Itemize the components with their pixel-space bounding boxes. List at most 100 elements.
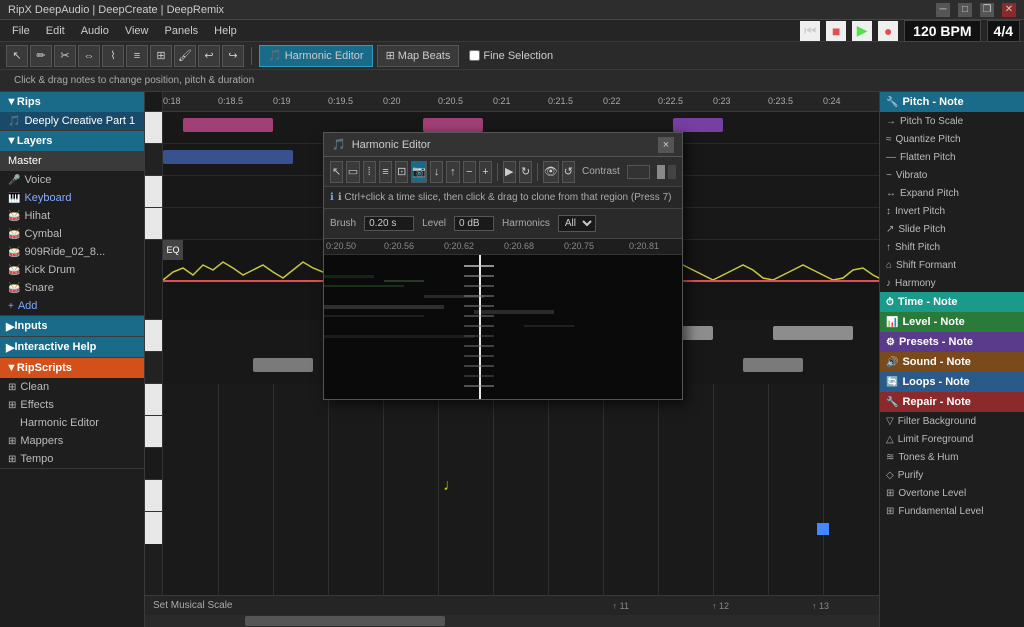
menu-panels[interactable]: Panels: [157, 23, 207, 39]
expand-pitch[interactable]: ↔ Expand Pitch: [880, 184, 1024, 202]
layer-kick[interactable]: 🥁 Kick Drum: [0, 261, 144, 279]
vibrato[interactable]: ~ Vibrato: [880, 166, 1024, 184]
minimize-button[interactable]: ─: [936, 3, 950, 17]
menu-file[interactable]: File: [4, 23, 38, 39]
fundamental-level[interactable]: ⊞ Fundamental Level: [880, 502, 1024, 520]
he-close-button[interactable]: ×: [658, 137, 674, 153]
layers-header[interactable]: ▼ Layers: [0, 131, 144, 151]
flatten-pitch[interactable]: — Flatten Pitch: [880, 148, 1024, 166]
clip-white-snare-3[interactable]: [743, 358, 803, 372]
clip-white-snare-1[interactable]: [253, 358, 313, 372]
he-tool-plus[interactable]: +: [479, 161, 492, 183]
he-content-area[interactable]: 0:20.50 0:20.56 0:20.62 0:20.68 0:20.75 …: [324, 239, 682, 399]
inputs-header[interactable]: ▶ Inputs: [0, 316, 144, 336]
he-tool-cursor[interactable]: ↖: [330, 161, 343, 183]
repair-note-header[interactable]: 🔧 Repair - Note: [880, 392, 1024, 412]
tool-cut[interactable]: ✂: [54, 45, 76, 67]
harmonic-editor-button[interactable]: 🎵 Harmonic Editor: [259, 45, 373, 67]
play-button[interactable]: ▶: [852, 21, 872, 41]
maximize-button[interactable]: □: [958, 3, 972, 17]
h-scroll-thumb[interactable]: [245, 616, 445, 626]
he-play-btn[interactable]: ▶: [503, 161, 516, 183]
menu-view[interactable]: View: [117, 23, 157, 39]
tones-and-hum[interactable]: ≋ Tones & Hum: [880, 448, 1024, 466]
menu-audio[interactable]: Audio: [73, 23, 117, 39]
presets-note-header[interactable]: ⚙ Presets - Note: [880, 332, 1024, 352]
pitch-to-scale[interactable]: → Pitch To Scale: [880, 112, 1024, 130]
h-scrollbar[interactable]: [145, 615, 879, 627]
close-button[interactable]: ✕: [1002, 3, 1016, 17]
tool-wave[interactable]: ⌇: [102, 45, 124, 67]
rip-item-1[interactable]: 🎵 Deeply Creative Part 1: [0, 112, 144, 130]
script-effects[interactable]: ⊞ Effects: [0, 396, 144, 414]
he-tool-columns[interactable]: ⁞: [363, 161, 376, 183]
he-tool-minus[interactable]: −: [463, 161, 476, 183]
script-harmonic-editor[interactable]: Harmonic Editor: [0, 414, 144, 432]
time-note-header[interactable]: ⏱ Time - Note: [880, 292, 1024, 312]
clip-white-3[interactable]: [773, 326, 853, 340]
ripscripts-header[interactable]: ▼ RipScripts: [0, 358, 144, 378]
invert-pitch[interactable]: ↕ Invert Pitch: [880, 202, 1024, 220]
layer-hihat[interactable]: 🥁 Hihat: [0, 207, 144, 225]
rips-header[interactable]: ▼ Rips: [0, 92, 144, 112]
he-refresh-btn[interactable]: ↺: [562, 161, 575, 183]
menu-edit[interactable]: Edit: [38, 23, 73, 39]
fine-selection-check[interactable]: Fine Selection: [463, 50, 559, 62]
he-tool-rows[interactable]: ≡: [379, 161, 392, 183]
he-tool-down[interactable]: ↓: [430, 161, 443, 183]
map-beats-button[interactable]: ⊞ Map Beats: [377, 45, 460, 67]
pitch-note-header[interactable]: 🔧 Pitch - Note: [880, 92, 1024, 112]
tool-cursor[interactable]: ↖: [6, 45, 28, 67]
record-button[interactable]: ●: [878, 21, 898, 41]
he-contrast-slider[interactable]: [627, 165, 650, 179]
he-view-btn[interactable]: 👁: [543, 161, 559, 183]
rewind-button[interactable]: ⏮: [800, 21, 820, 41]
level-note-header[interactable]: 📊 Level - Note: [880, 312, 1024, 332]
he-title-bar[interactable]: 🎵 Harmonic Editor ×: [324, 133, 682, 157]
script-tempo[interactable]: ⊞ Tempo: [0, 450, 144, 468]
clip-pink-1[interactable]: [183, 118, 273, 132]
add-layer-button[interactable]: + Add: [0, 297, 144, 315]
tool-eq[interactable]: ≡: [126, 45, 148, 67]
tool-undo[interactable]: ↩: [198, 45, 220, 67]
he-tool-select[interactable]: ▭: [346, 161, 359, 183]
layer-909ride[interactable]: 🥁 909Ride_02_8...: [0, 243, 144, 261]
script-clean[interactable]: ⊞ Clean: [0, 378, 144, 396]
layer-snare[interactable]: 🥁 Snare: [0, 279, 144, 297]
track-content[interactable]: EQ ♩: [163, 112, 879, 595]
shift-formant[interactable]: ⌂ Shift Formant: [880, 256, 1024, 274]
layer-voice[interactable]: 🎤 Voice: [0, 171, 144, 189]
clip-purple-1[interactable]: [673, 118, 723, 132]
limit-foreground[interactable]: △ Limit Foreground: [880, 430, 1024, 448]
he-tool-up[interactable]: ↑: [446, 161, 459, 183]
shift-pitch[interactable]: ↑ Shift Pitch: [880, 238, 1024, 256]
he-color-swatch-1[interactable]: [657, 165, 665, 179]
filter-background[interactable]: ▽ Filter Background: [880, 412, 1024, 430]
sound-note-header[interactable]: 🔊 Sound - Note: [880, 352, 1024, 372]
he-brush-input[interactable]: [364, 216, 414, 231]
tool-stretch[interactable]: ⇔: [78, 45, 100, 67]
interactive-help-header[interactable]: ▶ Interactive Help: [0, 337, 144, 357]
layer-keyboard[interactable]: 🎹 Keyboard: [0, 189, 144, 207]
clip-blue-1[interactable]: [163, 150, 293, 164]
slide-pitch[interactable]: ↗ Slide Pitch: [880, 220, 1024, 238]
tool-redo[interactable]: ↪: [222, 45, 244, 67]
he-color-swatch-2[interactable]: [668, 165, 676, 179]
clip-pink-2[interactable]: [423, 118, 483, 132]
purify[interactable]: ◇ Purify: [880, 466, 1024, 484]
script-mappers[interactable]: ⊞ Mappers: [0, 432, 144, 450]
stop-button[interactable]: ■: [826, 21, 846, 41]
he-tool-camera[interactable]: 📷: [411, 161, 427, 183]
quantize-pitch[interactable]: ≈ Quantize Pitch: [880, 130, 1024, 148]
layer-cymbal[interactable]: 🥁 Cymbal: [0, 225, 144, 243]
he-harmonics-select[interactable]: All: [558, 215, 596, 232]
loops-note-header[interactable]: 🔄 Loops - Note: [880, 372, 1024, 392]
he-level-input[interactable]: [454, 216, 494, 231]
harmony[interactable]: ♪ Harmony: [880, 274, 1024, 292]
tool-pencil[interactable]: ✏: [30, 45, 52, 67]
overtone-level[interactable]: ⊞ Overtone Level: [880, 484, 1024, 502]
bpm-display[interactable]: 120 BPM: [904, 20, 980, 42]
he-tool-align[interactable]: ⊡: [395, 161, 408, 183]
he-spectrogram[interactable]: [324, 255, 682, 399]
he-loop-btn[interactable]: ↻: [519, 161, 532, 183]
